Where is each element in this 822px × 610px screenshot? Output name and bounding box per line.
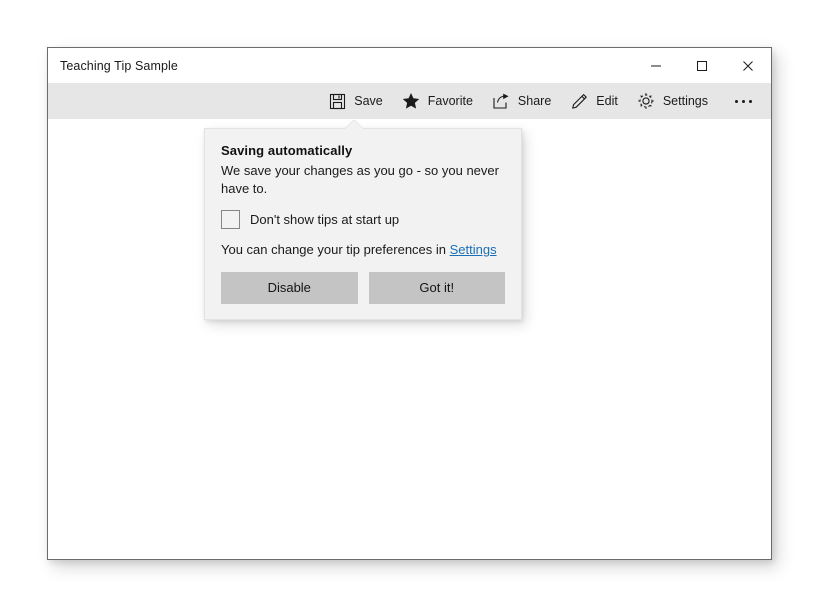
teaching-tip-tail [345,120,363,129]
save-icon [327,91,347,111]
command-bar: Save Favorite Share Edit Settings [48,83,771,119]
more-icon [741,99,745,103]
got-it-button[interactable]: Got it! [368,271,505,304]
settings-link[interactable]: Settings [450,242,497,257]
star-icon [401,91,421,111]
gear-icon [636,91,656,111]
minimize-button[interactable] [633,48,679,83]
command-share-label: Share [517,94,552,108]
screen: Teaching Tip Sample Save Favorite Share … [0,0,822,610]
app-window: Teaching Tip Sample Save Favorite Share … [47,47,772,560]
close-button[interactable] [725,48,771,83]
disable-button[interactable]: Disable [221,271,358,304]
command-favorite-label: Favorite [427,94,473,108]
tip-preferences-prefix: You can change your tip preferences in [221,241,450,257]
teaching-tip-subtitle: We save your changes as you go - so you … [221,163,499,197]
minimize-icon [650,60,662,72]
close-icon [742,60,754,72]
command-settings-label: Settings [662,94,708,108]
more-icon [748,99,752,103]
command-edit[interactable]: Edit [560,83,627,119]
dont-show-tips-label: Don't show tips at start up [250,211,400,227]
command-save[interactable]: Save [318,83,392,119]
teaching-tip: Saving automatically We save your change… [204,120,522,320]
maximize-icon [696,60,708,72]
command-overflow-button[interactable] [723,83,763,119]
tip-preferences-text: You can change your tip preferences in S… [221,242,505,257]
dont-show-tips-checkbox[interactable] [221,209,240,229]
command-save-label: Save [354,94,383,108]
command-edit-label: Edit [596,94,618,108]
dont-show-tips-row[interactable]: Don't show tips at start up [221,209,505,229]
command-settings[interactable]: Settings [627,83,717,119]
content-area: Saving automatically We save your change… [48,119,771,559]
maximize-button[interactable] [679,48,725,83]
share-icon [491,91,511,111]
caption-button-group [633,48,771,83]
command-favorite[interactable]: Favorite [392,83,482,119]
more-icon [734,99,738,103]
window-title: Teaching Tip Sample [60,58,178,73]
pencil-icon [569,91,589,111]
command-share[interactable]: Share [482,83,560,119]
teaching-tip-actions: Disable Got it! [221,271,505,304]
teaching-tip-title: Saving automatically [221,143,353,158]
title-bar: Teaching Tip Sample [48,48,771,83]
